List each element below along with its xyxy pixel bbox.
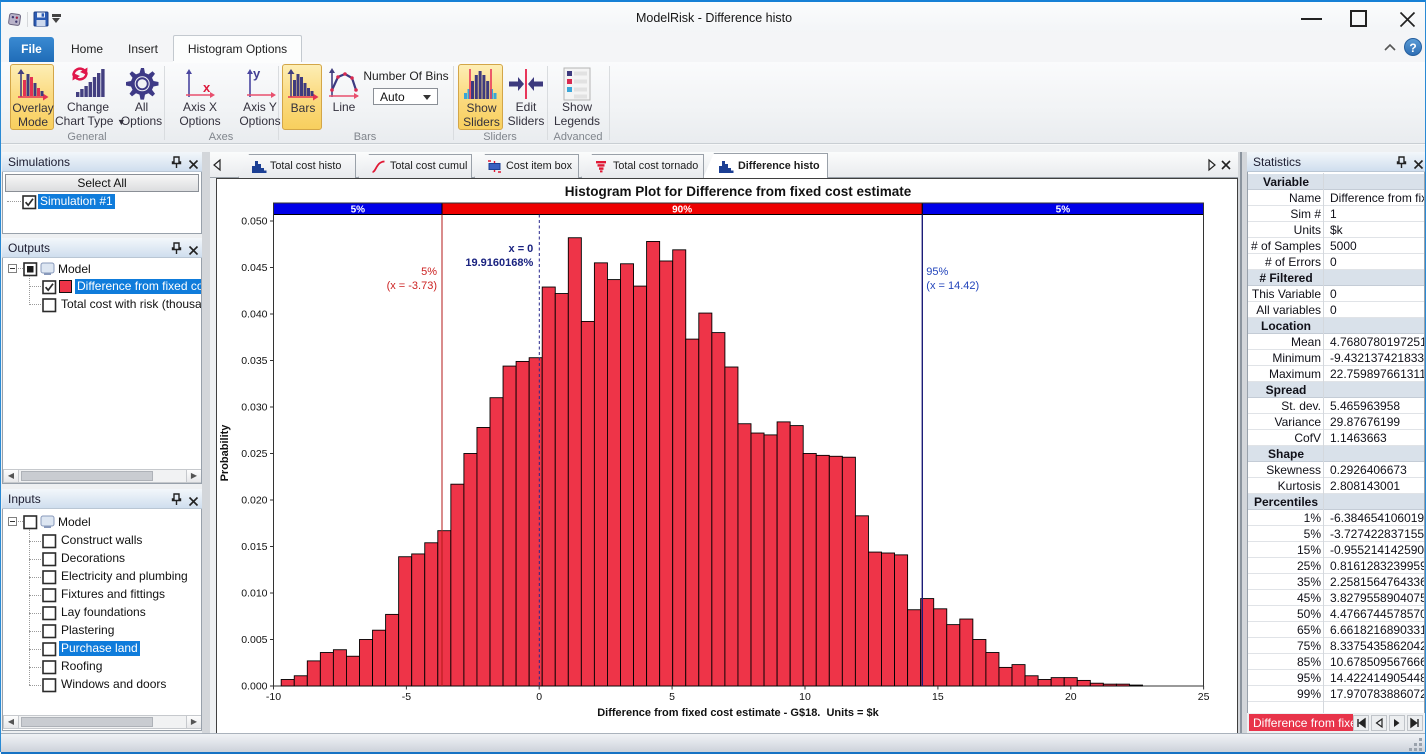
svg-text:0.015: 0.015 — [241, 541, 267, 553]
svg-text:0.035: 0.035 — [241, 355, 267, 367]
svg-text:10: 10 — [799, 691, 811, 703]
svg-text:5%: 5% — [421, 266, 437, 278]
svg-text:0.050: 0.050 — [241, 216, 267, 228]
svg-text:x = 0: x = 0 — [509, 243, 534, 255]
svg-text:0.005: 0.005 — [241, 634, 267, 646]
svg-text:-10: -10 — [266, 691, 281, 703]
svg-text:0.045: 0.045 — [241, 262, 267, 274]
svg-text:20: 20 — [1065, 691, 1077, 703]
svg-text:-5: -5 — [402, 691, 411, 703]
svg-text:0.040: 0.040 — [241, 309, 267, 321]
svg-text:Difference from fixed cost est: Difference from fixed cost estimate - G$… — [597, 707, 879, 719]
svg-text:y: y — [253, 66, 261, 81]
svg-text:5%: 5% — [1056, 205, 1071, 216]
svg-text:90%: 90% — [672, 205, 692, 216]
svg-text:(x = -3.73): (x = -3.73) — [387, 280, 437, 292]
svg-text:Histogram Plot for Difference: Histogram Plot for Difference from fixed… — [565, 184, 912, 199]
svg-text:95%: 95% — [926, 266, 948, 278]
svg-text:5%: 5% — [351, 205, 366, 216]
svg-text:5: 5 — [669, 691, 675, 703]
svg-text:19.9160168%: 19.9160168% — [465, 257, 533, 269]
svg-text:0.010: 0.010 — [241, 588, 267, 600]
svg-text:x: x — [203, 80, 211, 95]
svg-text:(x = 14.42): (x = 14.42) — [926, 280, 979, 292]
svg-text:0.030: 0.030 — [241, 402, 267, 414]
svg-text:0: 0 — [536, 691, 542, 703]
svg-text:15: 15 — [932, 691, 944, 703]
svg-text:0.020: 0.020 — [241, 495, 267, 507]
svg-text:Probability: Probability — [219, 424, 231, 482]
svg-text:25: 25 — [1198, 691, 1210, 703]
svg-text:0.025: 0.025 — [241, 448, 267, 460]
svg-text:0.000: 0.000 — [241, 681, 267, 693]
